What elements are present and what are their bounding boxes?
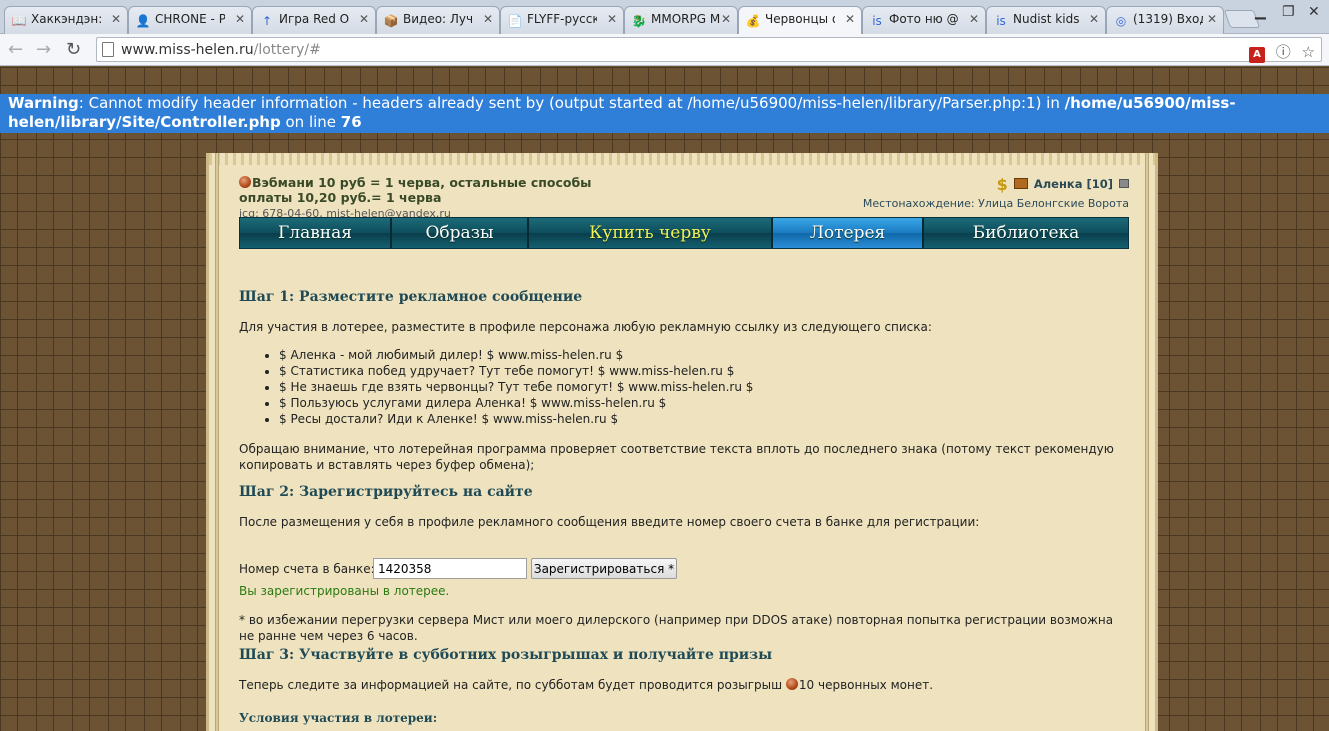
browser-tab[interactable]: is Фото ню @ ✕ xyxy=(862,6,986,34)
user-name[interactable]: Аленка [10] xyxy=(1034,177,1113,191)
dollar-icon: $ xyxy=(996,175,1008,194)
tab-favicon-icon: 📄 xyxy=(507,14,523,28)
chest-icon xyxy=(1013,178,1028,189)
tab-close-icon[interactable]: ✕ xyxy=(969,12,979,26)
user-box: $ Аленка [10] Местонахождение: Улица Бел… xyxy=(863,175,1129,210)
address-url[interactable]: www.miss-helen.ru/lottery/# xyxy=(121,42,321,58)
tab-title: Видео: Лучш xyxy=(403,12,473,26)
list-item: $ Не знаешь где взять червонцы? Тут тебе… xyxy=(279,379,753,395)
page-icon xyxy=(102,42,114,57)
tab-title: Игра Red Or xyxy=(279,12,349,26)
browser-tab[interactable]: 🐉 MMORPG M ✕ xyxy=(624,6,738,34)
menu-item-buy[interactable]: Купить черву xyxy=(529,218,773,248)
menu-item-images[interactable]: Образы xyxy=(392,218,529,248)
php-warning: Warning: Cannot modify header informatio… xyxy=(0,94,1329,133)
list-item: $ Пользуюсь услугами дилера Аленка! $ ww… xyxy=(279,395,753,411)
tab-title: MMORPG M xyxy=(651,12,721,26)
menu-item-home[interactable]: Главная xyxy=(240,218,392,248)
forward-icon[interactable]: → xyxy=(36,39,51,60)
tab-favicon-icon: is xyxy=(996,14,1006,28)
tab-title: Фото ню @ xyxy=(889,12,959,26)
browser-tab[interactable]: ↑ Игра Red Or ✕ xyxy=(252,6,376,34)
account-label: Номер счета в банке: xyxy=(239,562,375,576)
tab-close-icon[interactable]: ✕ xyxy=(1207,12,1217,26)
address-bar[interactable]: www.miss-helen.ru/lottery/# A ⓘ ☆ xyxy=(96,37,1322,63)
panel-top-border xyxy=(209,153,1155,165)
tab-favicon-icon: 📦 xyxy=(383,14,399,28)
bookmark-star-icon[interactable]: ☆ xyxy=(1302,43,1315,61)
page-viewport: Warning: Cannot modify header informatio… xyxy=(0,67,1329,731)
list-item: $ Статистика побед удручает? Тут тебе по… xyxy=(279,363,753,379)
step2-intro: После размещения у себя в профиле реклам… xyxy=(239,515,980,529)
menu-item-library[interactable]: Библиотека xyxy=(924,218,1128,248)
browser-tab[interactable]: 📦 Видео: Лучш ✕ xyxy=(376,6,500,34)
left-rail xyxy=(215,153,219,731)
tab-title: (1319) Входя xyxy=(1133,12,1203,26)
browser-tab[interactable]: 💰 Червонцы о ✕ xyxy=(738,6,862,35)
step2-footnote: * во избежании перегрузки сервера Мист и… xyxy=(239,613,1114,643)
browser-toolbar: ← → ↻ www.miss-helen.ru/lottery/# A ⓘ ☆ xyxy=(0,34,1329,66)
register-button[interactable]: Зарегистрироваться * xyxy=(531,558,677,579)
tab-close-icon[interactable]: ✕ xyxy=(845,12,855,26)
account-input[interactable] xyxy=(373,558,527,579)
step3-text: Теперь следите за информацией на сайте, … xyxy=(239,678,934,692)
coin-icon xyxy=(785,678,798,690)
promo-text: Вэбмани 10 руб = 1 черва, остальные спос… xyxy=(239,175,592,205)
browser-tab[interactable]: 👤 CHRONE - Р ✕ xyxy=(128,6,252,34)
tab-title: Хаккэндэн: А xyxy=(31,12,101,26)
list-item: $ Аленка - мой любимый дилер! $ www.miss… xyxy=(279,347,753,363)
tab-favicon-icon: 💰 xyxy=(745,14,761,28)
tab-title: Червонцы о xyxy=(765,12,835,26)
tab-close-icon[interactable]: ✕ xyxy=(721,12,731,26)
tab-close-icon[interactable]: ✕ xyxy=(483,12,493,26)
conditions-title: Условия участия в лотереи: xyxy=(239,711,438,725)
tab-close-icon[interactable]: ✕ xyxy=(111,12,121,26)
user-info-icon[interactable] xyxy=(1119,179,1129,188)
user-location: Местонахождение: Улица Белонгские Ворота xyxy=(862,197,1129,210)
tab-favicon-icon: 📖 xyxy=(11,14,27,28)
browser-tab[interactable]: ◎ (1319) Входя ✕ xyxy=(1106,6,1224,34)
right-rail xyxy=(1145,153,1149,731)
coin-icon xyxy=(239,176,251,188)
tab-favicon-icon: 🐉 xyxy=(631,14,647,28)
tab-close-icon[interactable]: ✕ xyxy=(607,12,617,26)
step1-note: Обращаю внимание, что лотерейная програм… xyxy=(239,442,1114,472)
info-icon[interactable]: ⓘ xyxy=(1276,43,1291,61)
tab-title: Nudist kids xyxy=(1013,12,1080,26)
browser-tabstrip: 📖Хаккэндэн: А✕👤CHRONE - Р✕↑Игра Red Or✕📦… xyxy=(0,0,1329,35)
tab-favicon-icon: ↑ xyxy=(261,14,273,28)
browser-tab[interactable]: 📖 Хаккэндэн: А ✕ xyxy=(4,6,128,34)
tab-close-icon[interactable]: ✕ xyxy=(235,12,245,26)
back-icon[interactable]: ← xyxy=(8,39,23,60)
close-window-icon[interactable]: ✕ xyxy=(1308,4,1320,20)
menu-item-lottery[interactable]: Лотерея xyxy=(773,218,924,248)
reload-icon[interactable]: ↻ xyxy=(66,39,81,60)
tab-title: CHRONE - Р xyxy=(155,12,225,26)
maximize-icon[interactable]: ❐ xyxy=(1282,4,1295,20)
pdf-extension-icon[interactable]: A xyxy=(1248,47,1265,63)
browser-tab[interactable]: is Nudist kids ✕ xyxy=(986,6,1106,34)
tab-favicon-icon: ◎ xyxy=(1115,14,1127,28)
step2-title: Шаг 2: Зарегистрируйтесь на сайте xyxy=(239,484,533,500)
registration-success: Вы зарегистрированы в лотерее. xyxy=(239,584,450,598)
step1-intro: Для участия в лотерее, разместите в проф… xyxy=(239,320,932,334)
tab-favicon-icon: is xyxy=(872,14,882,28)
browser-tab[interactable]: 📄 FLYFF-русск ✕ xyxy=(500,6,624,34)
content-panel: Вэбмани 10 руб = 1 черва, остальные спос… xyxy=(206,153,1158,731)
tab-close-icon[interactable]: ✕ xyxy=(1089,12,1099,26)
step3-title: Шаг 3: Участвуйте в субботних розыгрышах… xyxy=(239,647,773,663)
tab-close-icon[interactable]: ✕ xyxy=(359,12,369,26)
minimize-icon[interactable]: ▁ xyxy=(1255,4,1266,20)
list-item: $ Ресы достали? Иди к Аленке! $ www.miss… xyxy=(279,411,753,427)
tab-favicon-icon: 👤 xyxy=(135,14,151,28)
step1-title: Шаг 1: Разместите рекламное сообщение xyxy=(239,289,583,305)
main-menu: Главная Образы Купить черву Лотерея Библ… xyxy=(239,217,1129,249)
tab-title: FLYFF-русск xyxy=(527,12,597,26)
ad-list: $ Аленка - мой любимый дилер! $ www.miss… xyxy=(279,347,753,427)
